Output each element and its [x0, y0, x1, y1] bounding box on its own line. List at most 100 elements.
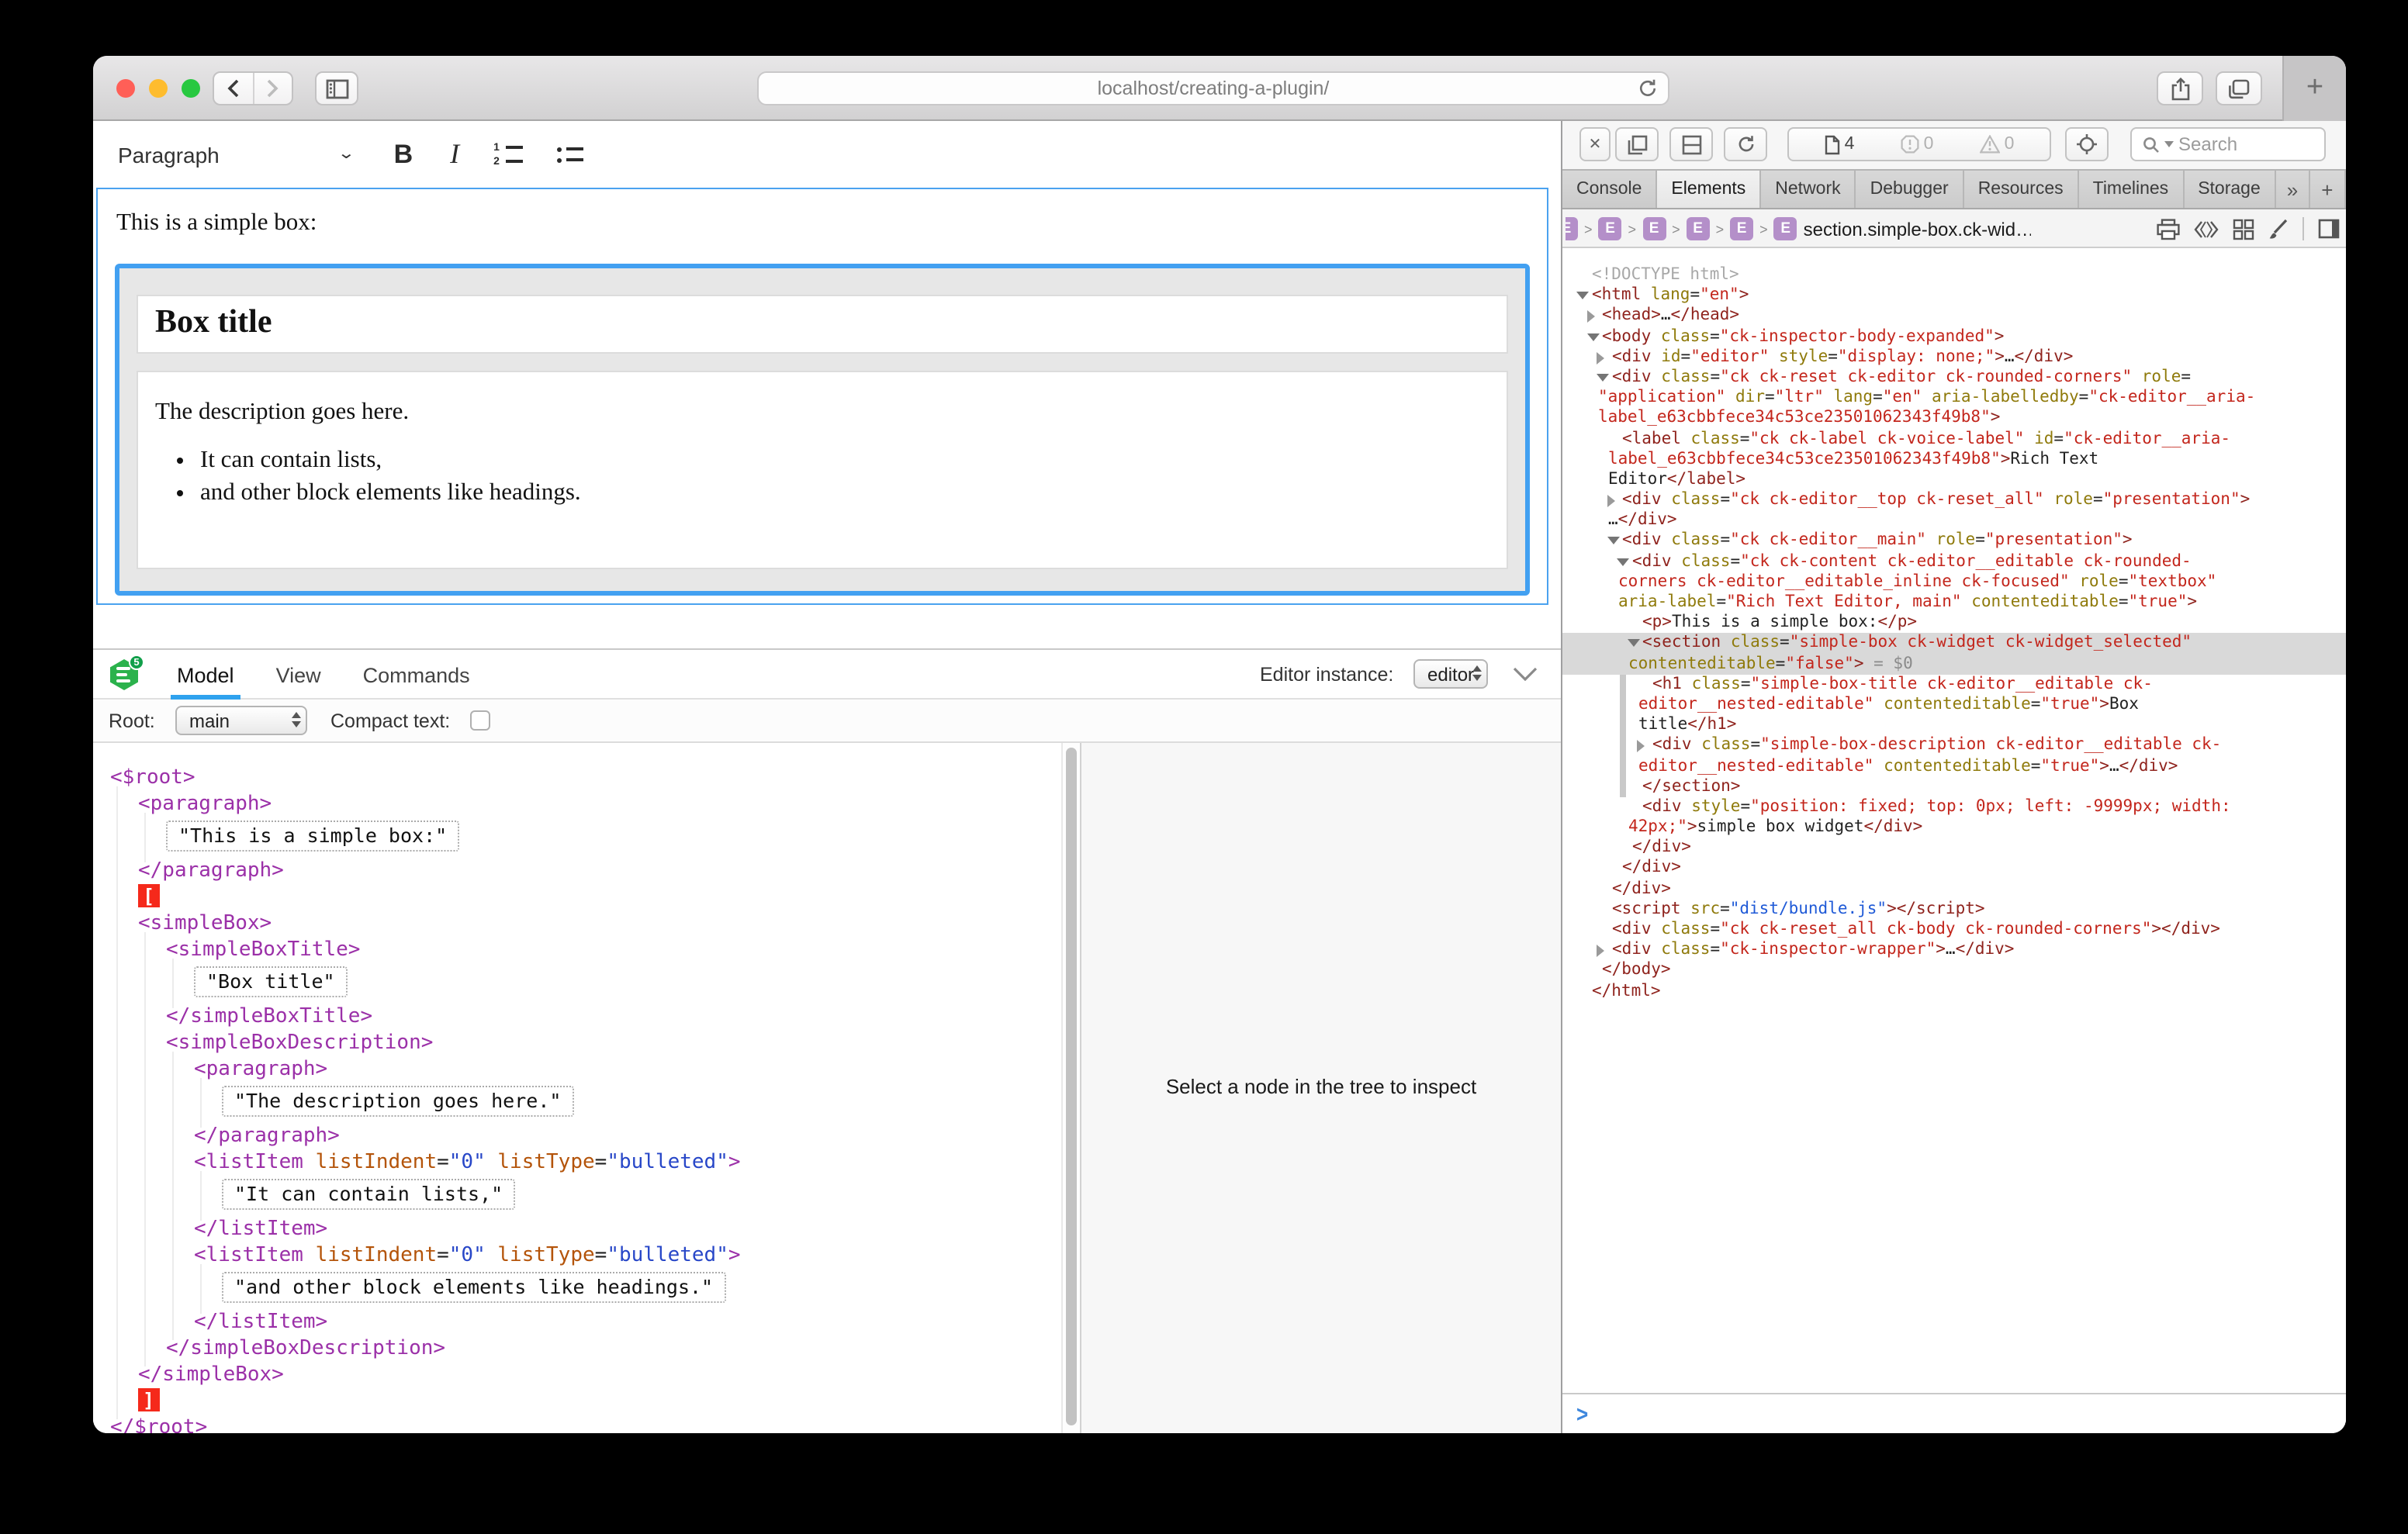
dom-tree-line[interactable]: <div class="ck ck-reset ck-editor ck-rou…	[1562, 368, 2346, 388]
model-tree-line[interactable]: "The description goes here."	[110, 1083, 1061, 1123]
zoom-window-button[interactable]	[182, 79, 200, 98]
editor-instance-select[interactable]: editor	[1413, 659, 1488, 689]
details-sidebar-icon[interactable]	[2318, 219, 2340, 239]
dock-side-button[interactable]	[1615, 127, 1659, 161]
dom-tree-line[interactable]: <body class="ck-inspector-body-expanded"…	[1562, 326, 2346, 347]
model-tree-line[interactable]: <simpleBoxDescription>	[110, 1030, 1061, 1056]
dom-tree-line[interactable]: </body>	[1562, 961, 2346, 981]
text-node[interactable]: "The description goes here."	[222, 1086, 573, 1117]
bold-button[interactable]: B	[394, 139, 413, 170]
description-paragraph[interactable]: The description goes here.	[155, 399, 1489, 427]
overflow-tabs-icon[interactable]: »	[2276, 171, 2310, 208]
reload-page-button[interactable]	[1724, 127, 1767, 161]
box-title-heading[interactable]: Box title	[155, 302, 1489, 341]
grid-icon[interactable]	[2233, 218, 2254, 240]
new-tab-button[interactable]: +	[2282, 56, 2346, 121]
inspector-tab-view[interactable]: View	[276, 650, 321, 700]
text-node[interactable]: "It can contain lists,"	[222, 1179, 515, 1210]
dom-tree-line[interactable]: <p>This is a simple box:</p>	[1562, 613, 2346, 633]
sidebar-toggle-button[interactable]	[315, 71, 358, 105]
model-tree-line[interactable]: </$root>	[110, 1415, 1061, 1433]
model-tree-scrollbar[interactable]	[1061, 743, 1080, 1433]
dom-tree-line[interactable]: <div style="position: fixed; top: 0px; l…	[1562, 797, 2346, 817]
inspector-tab-model[interactable]: Model	[177, 650, 234, 700]
model-tree-line[interactable]: </paragraph>	[110, 1123, 1061, 1149]
element-badge[interactable]: E	[1687, 217, 1710, 240]
model-tree-line[interactable]: </listItem>	[110, 1309, 1061, 1335]
share-button[interactable]	[2157, 71, 2203, 105]
scrollbar-thumb[interactable]	[1066, 748, 1077, 1425]
dom-tree-line[interactable]: </div>	[1562, 859, 2346, 879]
search-input[interactable]: Search	[2130, 127, 2326, 161]
breadcrumb-current-element[interactable]: section.simple-box.ck-wid…	[1804, 218, 2031, 240]
dom-tree-line[interactable]: <div class="simple-box-description ck-ed…	[1562, 736, 2346, 756]
dom-tree-line[interactable]: <div class="ck ck-editor__top ck-reset_a…	[1562, 490, 2346, 510]
model-tree-line[interactable]: "Box title"	[110, 963, 1061, 1004]
disclosure-expanded-icon[interactable]	[1607, 537, 1619, 545]
devtools-tab-storage[interactable]: Storage	[2184, 171, 2276, 208]
dom-tree-line[interactable]: </div>	[1562, 838, 2346, 859]
text-node[interactable]: "Box title"	[194, 966, 348, 997]
disclosure-collapsed-icon[interactable]	[1597, 352, 1604, 364]
disclosure-collapsed-icon[interactable]	[1637, 741, 1645, 753]
root-select[interactable]: main	[175, 706, 307, 735]
devtools-tab-network[interactable]: Network	[1761, 171, 1856, 208]
dom-tree-line[interactable]: contenteditable="false"> = $0	[1562, 654, 2346, 674]
devtools-tab-debugger[interactable]: Debugger	[1856, 171, 1964, 208]
model-tree-line[interactable]: <paragraph>	[110, 1056, 1061, 1083]
disclosure-collapsed-icon[interactable]	[1586, 311, 1594, 323]
text-node[interactable]: "and other block elements like headings.…	[222, 1272, 725, 1303]
element-badge[interactable]: E	[1642, 217, 1666, 240]
dom-tree-line[interactable]: </html>	[1562, 981, 2346, 1001]
dom-tree-line[interactable]: <div class="ck ck-editor__main" role="pr…	[1562, 531, 2346, 551]
tab-overview-button[interactable]	[2216, 71, 2262, 105]
compact-text-checkbox[interactable]	[470, 710, 490, 731]
simple-box-title[interactable]: Box title	[137, 295, 1508, 354]
dom-tree-line[interactable]: label_e63cbbfece34c53ce23501062343f49b8"…	[1562, 409, 2346, 429]
model-tree-line[interactable]: <$root>	[110, 765, 1061, 791]
editor-editable-area[interactable]: This is a simple box: Box title The desc…	[96, 188, 1548, 605]
inspector-tab-commands[interactable]: Commands	[363, 650, 470, 700]
dom-tree-line[interactable]: …</div>	[1562, 511, 2346, 531]
dom-tree-line[interactable]: <head>…</head>	[1562, 306, 2346, 326]
dom-tree-line[interactable]: <section class="simple-box ck-widget ck-…	[1562, 634, 2346, 654]
element-badge[interactable]: E	[1774, 217, 1797, 240]
dom-tree-line[interactable]: <!DOCTYPE html>	[1562, 265, 2346, 285]
element-badge[interactable]: E	[1599, 217, 1622, 240]
model-tree-line[interactable]: </listItem>	[110, 1216, 1061, 1242]
dom-tree-line[interactable]: <html lang="en">	[1562, 285, 2346, 306]
disclosure-expanded-icon[interactable]	[1597, 374, 1609, 382]
disclosure-expanded-icon[interactable]	[1576, 292, 1589, 299]
console-prompt[interactable]: >	[1562, 1393, 2346, 1433]
dom-tree-line[interactable]: <script src="dist/bundle.js"></script>	[1562, 900, 2346, 920]
model-tree-line[interactable]: <listItem listIndent="0" listType="bulle…	[110, 1242, 1061, 1269]
model-tree-line[interactable]: <simpleBoxTitle>	[110, 937, 1061, 963]
url-bar[interactable]: localhost/creating-a-plugin/	[757, 71, 1669, 105]
dom-tree-line[interactable]: <div id="editor" style="display: none;">…	[1562, 347, 2346, 368]
close-window-button[interactable]	[116, 79, 135, 98]
dom-tree-line[interactable]: editor__nested-editable" contenteditable…	[1562, 756, 2346, 776]
dom-tree-line[interactable]: 42px;">simple box widget</div>	[1562, 817, 2346, 838]
element-badge[interactable]: E	[1566, 217, 1578, 240]
new-tab-icon[interactable]: +	[2310, 171, 2345, 208]
model-tree-line[interactable]: </paragraph>	[110, 858, 1061, 884]
back-button[interactable]	[214, 73, 253, 104]
split-console-button[interactable]	[1669, 127, 1713, 161]
model-tree-line[interactable]: <simpleBox>	[110, 910, 1061, 937]
devtools-tab-resources[interactable]: Resources	[1964, 171, 2079, 208]
model-tree-line[interactable]: </simpleBoxDescription>	[110, 1335, 1061, 1362]
forward-button[interactable]	[253, 73, 292, 104]
dom-tree-line[interactable]: corners ck-editor__editable_inline ck-fo…	[1562, 572, 2346, 593]
simple-box-description[interactable]: The description goes here. It can contai…	[137, 371, 1508, 569]
devtools-tab-elements[interactable]: Elements	[1657, 171, 1761, 208]
code-brackets-icon[interactable]	[2194, 219, 2219, 238]
dom-tree-line[interactable]: <div class="ck ck-content ck-editor__edi…	[1562, 551, 2346, 572]
dom-tree-line[interactable]: <div class="ck-inspector-wrapper">…</div…	[1562, 940, 2346, 960]
model-tree-line[interactable]: <listItem listIndent="0" listType="bulle…	[110, 1149, 1061, 1176]
bulleted-list-button[interactable]	[557, 147, 583, 162]
dom-tree-line[interactable]: </div>	[1562, 879, 2346, 899]
minimize-window-button[interactable]	[149, 79, 168, 98]
numbered-list-button[interactable]: 1 2	[493, 143, 523, 165]
brush-icon[interactable]	[2268, 218, 2289, 240]
printer-icon[interactable]	[2157, 218, 2180, 240]
